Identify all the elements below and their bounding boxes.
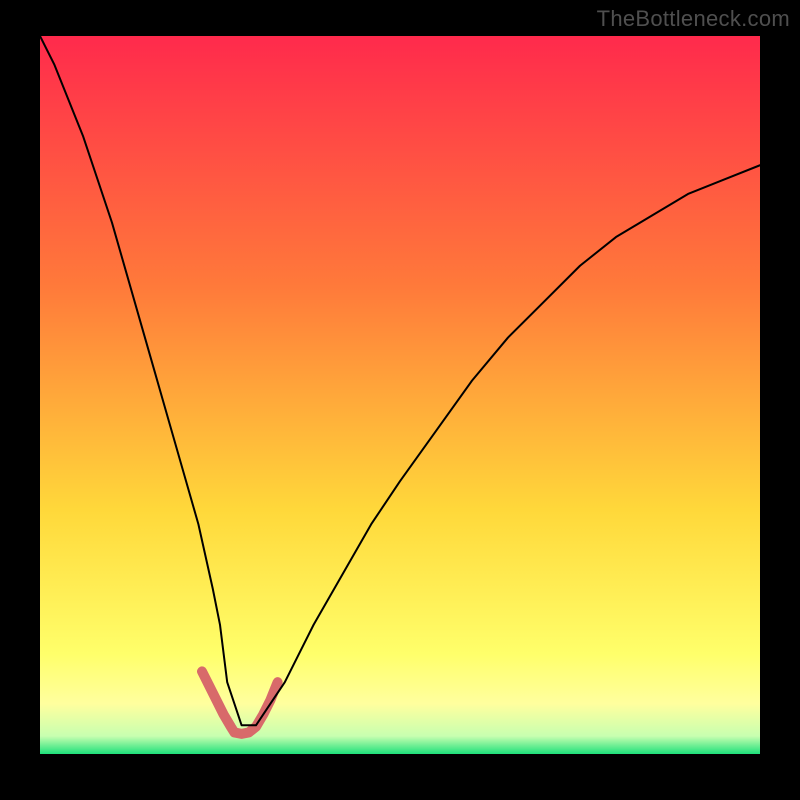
watermark-text: TheBottleneck.com (597, 6, 790, 32)
gradient-background (40, 36, 760, 754)
chart-svg (40, 36, 760, 754)
plot-area (40, 36, 760, 754)
chart-container: TheBottleneck.com (0, 0, 800, 800)
